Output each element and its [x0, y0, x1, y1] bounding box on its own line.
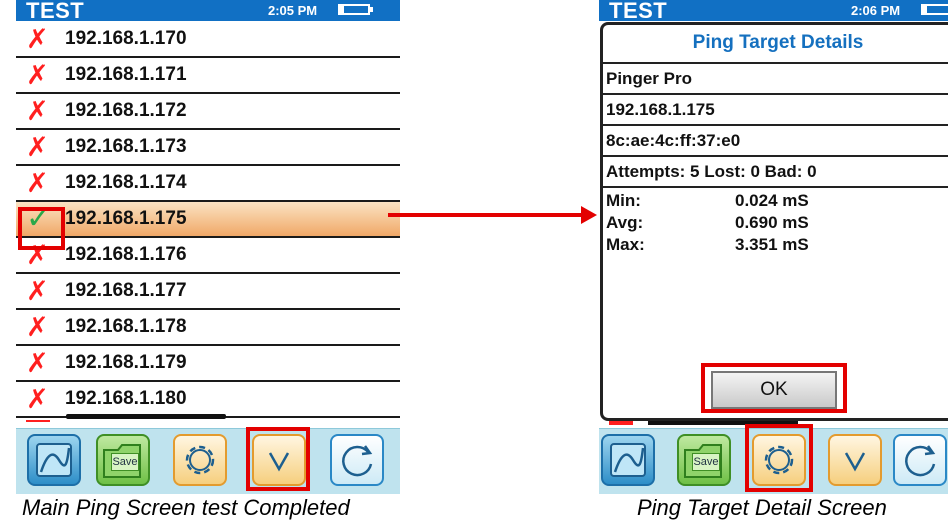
save-label: Save — [692, 453, 720, 471]
chart-icon — [610, 443, 646, 477]
fail-x-icon: ✗ — [26, 276, 49, 306]
battery-tip-icon — [370, 7, 373, 12]
fail-x-icon: ✗ — [26, 348, 49, 378]
stats-divider — [603, 186, 948, 188]
ip-fragment — [66, 414, 226, 419]
status-bar: TEST 2:05 PM — [16, 0, 400, 23]
min-label: Min: — [606, 191, 641, 210]
list-item[interactable]: ✗ 192.168.1.178 — [16, 310, 400, 346]
refresh-button[interactable] — [330, 434, 384, 486]
list-item[interactable]: ✗ 192.168.1.172 — [16, 94, 400, 130]
ip-address: 192.168.1.174 — [65, 172, 187, 193]
refresh-button[interactable] — [893, 434, 947, 486]
toolbar: Save — [16, 428, 400, 494]
ip-address: 192.168.1.176 — [65, 244, 187, 265]
chart-button[interactable] — [601, 434, 655, 486]
min-value: 0.024 mS — [735, 191, 809, 210]
save-button[interactable]: Save — [677, 434, 731, 486]
list-item[interactable]: ✗ 192.168.1.171 — [16, 58, 400, 94]
fail-x-icon: ✗ — [26, 60, 49, 90]
caption-detail-screen: Ping Target Detail Screen — [637, 495, 887, 520]
gear-icon — [185, 445, 215, 475]
ping-target-details-dialog: Ping Target Details Pinger Pro 192.168.1… — [600, 22, 948, 421]
list-item[interactable]: ✗ 192.168.1.174 — [16, 166, 400, 202]
mac-address: 8c:ae:4c:ff:37:e0 — [606, 131, 741, 150]
settings-button[interactable] — [173, 434, 227, 486]
ip-address: 192.168.1.173 — [65, 136, 187, 157]
avg-value: 0.690 mS — [735, 213, 809, 232]
fail-x-icon: ✗ — [26, 132, 49, 162]
fail-x-icon: ✗ — [26, 24, 49, 54]
fail-x-fragment — [609, 421, 633, 425]
battery-icon — [338, 4, 370, 15]
main-ping-screen: TEST 2:05 PM ✗ 192.168.1.170 ✗ 192.168.1… — [16, 0, 400, 494]
list-item[interactable]: ✗ 192.168.1.176 — [16, 238, 400, 274]
chart-icon — [36, 443, 72, 477]
ip-address: 192.168.1.175 — [606, 100, 715, 119]
highlight-check-mark — [18, 207, 65, 250]
device-name-row: Pinger Pro — [603, 62, 948, 93]
list-item[interactable]: ✗ 192.168.1.177 — [16, 274, 400, 310]
avg-label: Avg: — [606, 213, 644, 232]
save-button[interactable]: Save — [96, 434, 150, 486]
max-value: 3.351 mS — [735, 235, 809, 254]
fail-x-icon: ✗ — [26, 384, 49, 414]
ip-address: 192.168.1.172 — [65, 100, 187, 121]
fail-x-icon: ✗ — [26, 96, 49, 126]
app-title: TEST — [26, 0, 85, 23]
ip-row: 192.168.1.175 — [603, 93, 948, 124]
highlight-down-button — [246, 427, 310, 491]
highlight-settings-button — [745, 424, 813, 492]
highlight-ok-button — [701, 363, 847, 413]
app-title: TEST — [609, 0, 668, 23]
list-item-selected[interactable]: ✓ 192.168.1.175 — [16, 202, 400, 238]
ip-address: 192.168.1.171 — [65, 64, 187, 85]
refresh-icon — [905, 445, 936, 477]
ip-address: 192.168.1.179 — [65, 352, 187, 373]
clock: 2:06 PM — [851, 3, 901, 18]
ping-target-list: ✗ 192.168.1.170 ✗ 192.168.1.171 ✗ 192.16… — [16, 22, 400, 418]
chart-button[interactable] — [27, 434, 81, 486]
ip-address: 192.168.1.170 — [65, 28, 187, 49]
attempts-row: Attempts: 5 Lost: 0 Bad: 0 — [603, 155, 948, 186]
fail-x-fragment — [26, 414, 50, 422]
clipped-list-item — [26, 414, 326, 422]
ip-address: 192.168.1.177 — [65, 280, 187, 301]
fail-x-icon: ✗ — [26, 312, 49, 342]
list-item[interactable]: ✗ 192.168.1.180 — [16, 382, 400, 418]
list-item[interactable]: ✗ 192.168.1.173 — [16, 130, 400, 166]
ip-address: 192.168.1.180 — [65, 388, 187, 409]
list-item[interactable]: ✗ 192.168.1.179 — [16, 346, 400, 382]
battery-icon — [921, 4, 948, 15]
ip-address: 192.168.1.178 — [65, 316, 187, 337]
fail-x-icon: ✗ — [26, 168, 49, 198]
device-name: Pinger Pro — [606, 69, 692, 88]
attempts-summary: Attempts: 5 Lost: 0 Bad: 0 — [606, 162, 817, 181]
save-label: Save — [111, 453, 139, 471]
dialog-title: Ping Target Details — [692, 32, 864, 53]
list-item[interactable]: ✗ 192.168.1.170 — [16, 22, 400, 58]
chevron-down-icon — [844, 452, 866, 472]
status-bar: TEST 2:06 PM — [599, 0, 948, 23]
ip-address: 192.168.1.175 — [65, 208, 187, 229]
caption-main-ping-screen: Main Ping Screen test Completed — [22, 495, 350, 520]
mac-row: 8c:ae:4c:ff:37:e0 — [603, 124, 948, 155]
refresh-icon — [342, 445, 373, 477]
clock: 2:05 PM — [268, 3, 318, 18]
ping-target-detail-screen: TEST 2:06 PM Ping Target Details Pinger … — [599, 0, 948, 494]
max-label: Max: — [606, 235, 645, 254]
arrow-head-icon — [581, 206, 597, 224]
arrow-line — [388, 213, 584, 217]
next-down-button[interactable] — [828, 434, 882, 486]
